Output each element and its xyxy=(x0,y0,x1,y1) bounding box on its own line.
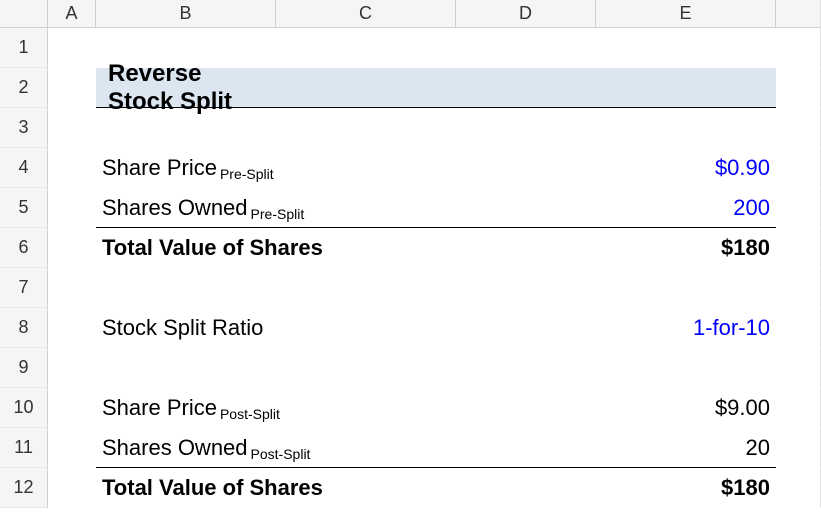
label-text: Shares Owned xyxy=(102,435,248,461)
cell-A8[interactable] xyxy=(48,308,96,348)
cell-D3[interactable] xyxy=(456,108,596,148)
col-header-A[interactable]: A xyxy=(48,0,96,28)
cell-C7[interactable] xyxy=(276,268,456,308)
cell-C2[interactable] xyxy=(276,68,456,108)
cell-partial-11 xyxy=(776,428,821,468)
cell-A7[interactable] xyxy=(48,268,96,308)
label-shares-owned-post[interactable]: Shares Owned Post-Split xyxy=(96,428,456,468)
cell-D11[interactable] xyxy=(456,428,596,468)
row-header-2[interactable]: 2 xyxy=(0,68,48,108)
label-text: Shares Owned xyxy=(102,195,248,221)
cell-B3[interactable] xyxy=(96,108,276,148)
subscript-post: Post-Split xyxy=(251,446,311,462)
cell-E3[interactable] xyxy=(596,108,776,148)
col-header-E[interactable]: E xyxy=(596,0,776,28)
cell-C3[interactable] xyxy=(276,108,456,148)
value-price-post[interactable]: $9.00 xyxy=(596,388,776,428)
label-total-post[interactable]: Total Value of Shares xyxy=(96,468,456,508)
label-text: Share Price xyxy=(102,395,217,421)
cell-D9[interactable] xyxy=(456,348,596,388)
cell-D12[interactable] xyxy=(456,468,596,508)
cell-C1[interactable] xyxy=(276,28,456,68)
subscript-pre: Pre-Split xyxy=(220,166,274,182)
cell-D5[interactable] xyxy=(456,188,596,228)
value-total-post[interactable]: $180 xyxy=(596,468,776,508)
row-header-8[interactable]: 8 xyxy=(0,308,48,348)
row-header-7[interactable]: 7 xyxy=(0,268,48,308)
value-shares-pre[interactable]: 200 xyxy=(596,188,776,228)
cell-D7[interactable] xyxy=(456,268,596,308)
cell-D4[interactable] xyxy=(456,148,596,188)
cell-A5[interactable] xyxy=(48,188,96,228)
cell-D10[interactable] xyxy=(456,388,596,428)
title-cell[interactable]: Reverse Stock Split xyxy=(96,68,276,108)
label-share-price-post[interactable]: Share Price Post-Split xyxy=(96,388,456,428)
corner-cell[interactable] xyxy=(0,0,48,28)
row-header-1[interactable]: 1 xyxy=(0,28,48,68)
cell-A1[interactable] xyxy=(48,28,96,68)
row-header-11[interactable]: 11 xyxy=(0,428,48,468)
cell-D8[interactable] xyxy=(456,308,596,348)
row-header-9[interactable]: 9 xyxy=(0,348,48,388)
cell-partial-3 xyxy=(776,108,821,148)
label-share-price-pre[interactable]: Share Price Pre-Split xyxy=(96,148,456,188)
cell-partial-2 xyxy=(776,68,821,108)
cell-partial-12 xyxy=(776,468,821,508)
cell-A12[interactable] xyxy=(48,468,96,508)
cell-E7[interactable] xyxy=(596,268,776,308)
value-ratio[interactable]: 1-for-10 xyxy=(596,308,776,348)
cell-partial-8 xyxy=(776,308,821,348)
cell-partial-7 xyxy=(776,268,821,308)
col-header-B[interactable]: B xyxy=(96,0,276,28)
value-total-pre[interactable]: $180 xyxy=(596,228,776,268)
cell-D2[interactable] xyxy=(456,68,596,108)
cell-partial-10 xyxy=(776,388,821,428)
cell-E1[interactable] xyxy=(596,28,776,68)
cell-A4[interactable] xyxy=(48,148,96,188)
cell-partial-6 xyxy=(776,228,821,268)
label-text: Share Price xyxy=(102,155,217,181)
cell-B9[interactable] xyxy=(96,348,276,388)
cell-E2[interactable] xyxy=(596,68,776,108)
row-header-6[interactable]: 6 xyxy=(0,228,48,268)
cell-C9[interactable] xyxy=(276,348,456,388)
col-header-partial xyxy=(776,0,821,28)
cell-partial-9 xyxy=(776,348,821,388)
col-header-C[interactable]: C xyxy=(276,0,456,28)
spreadsheet-grid[interactable]: A B C D E 1 2 Reverse Stock Split 3 4 Sh… xyxy=(0,0,821,508)
label-split-ratio[interactable]: Stock Split Ratio xyxy=(96,308,456,348)
cell-A6[interactable] xyxy=(48,228,96,268)
cell-A11[interactable] xyxy=(48,428,96,468)
value-shares-post[interactable]: 20 xyxy=(596,428,776,468)
subscript-pre: Pre-Split xyxy=(251,206,305,222)
cell-A10[interactable] xyxy=(48,388,96,428)
row-header-3[interactable]: 3 xyxy=(0,108,48,148)
row-header-5[interactable]: 5 xyxy=(0,188,48,228)
cell-D1[interactable] xyxy=(456,28,596,68)
cell-E9[interactable] xyxy=(596,348,776,388)
subscript-post: Post-Split xyxy=(220,406,280,422)
row-header-10[interactable]: 10 xyxy=(0,388,48,428)
col-header-D[interactable]: D xyxy=(456,0,596,28)
cell-D6[interactable] xyxy=(456,228,596,268)
label-total-pre[interactable]: Total Value of Shares xyxy=(96,228,456,268)
row-header-4[interactable]: 4 xyxy=(0,148,48,188)
cell-A3[interactable] xyxy=(48,108,96,148)
cell-partial-1 xyxy=(776,28,821,68)
value-price-pre[interactable]: $0.90 xyxy=(596,148,776,188)
label-shares-owned-pre[interactable]: Shares Owned Pre-Split xyxy=(96,188,456,228)
cell-B7[interactable] xyxy=(96,268,276,308)
cell-A2[interactable] xyxy=(48,68,96,108)
cell-partial-4 xyxy=(776,148,821,188)
cell-partial-5 xyxy=(776,188,821,228)
row-header-12[interactable]: 12 xyxy=(0,468,48,508)
cell-A9[interactable] xyxy=(48,348,96,388)
